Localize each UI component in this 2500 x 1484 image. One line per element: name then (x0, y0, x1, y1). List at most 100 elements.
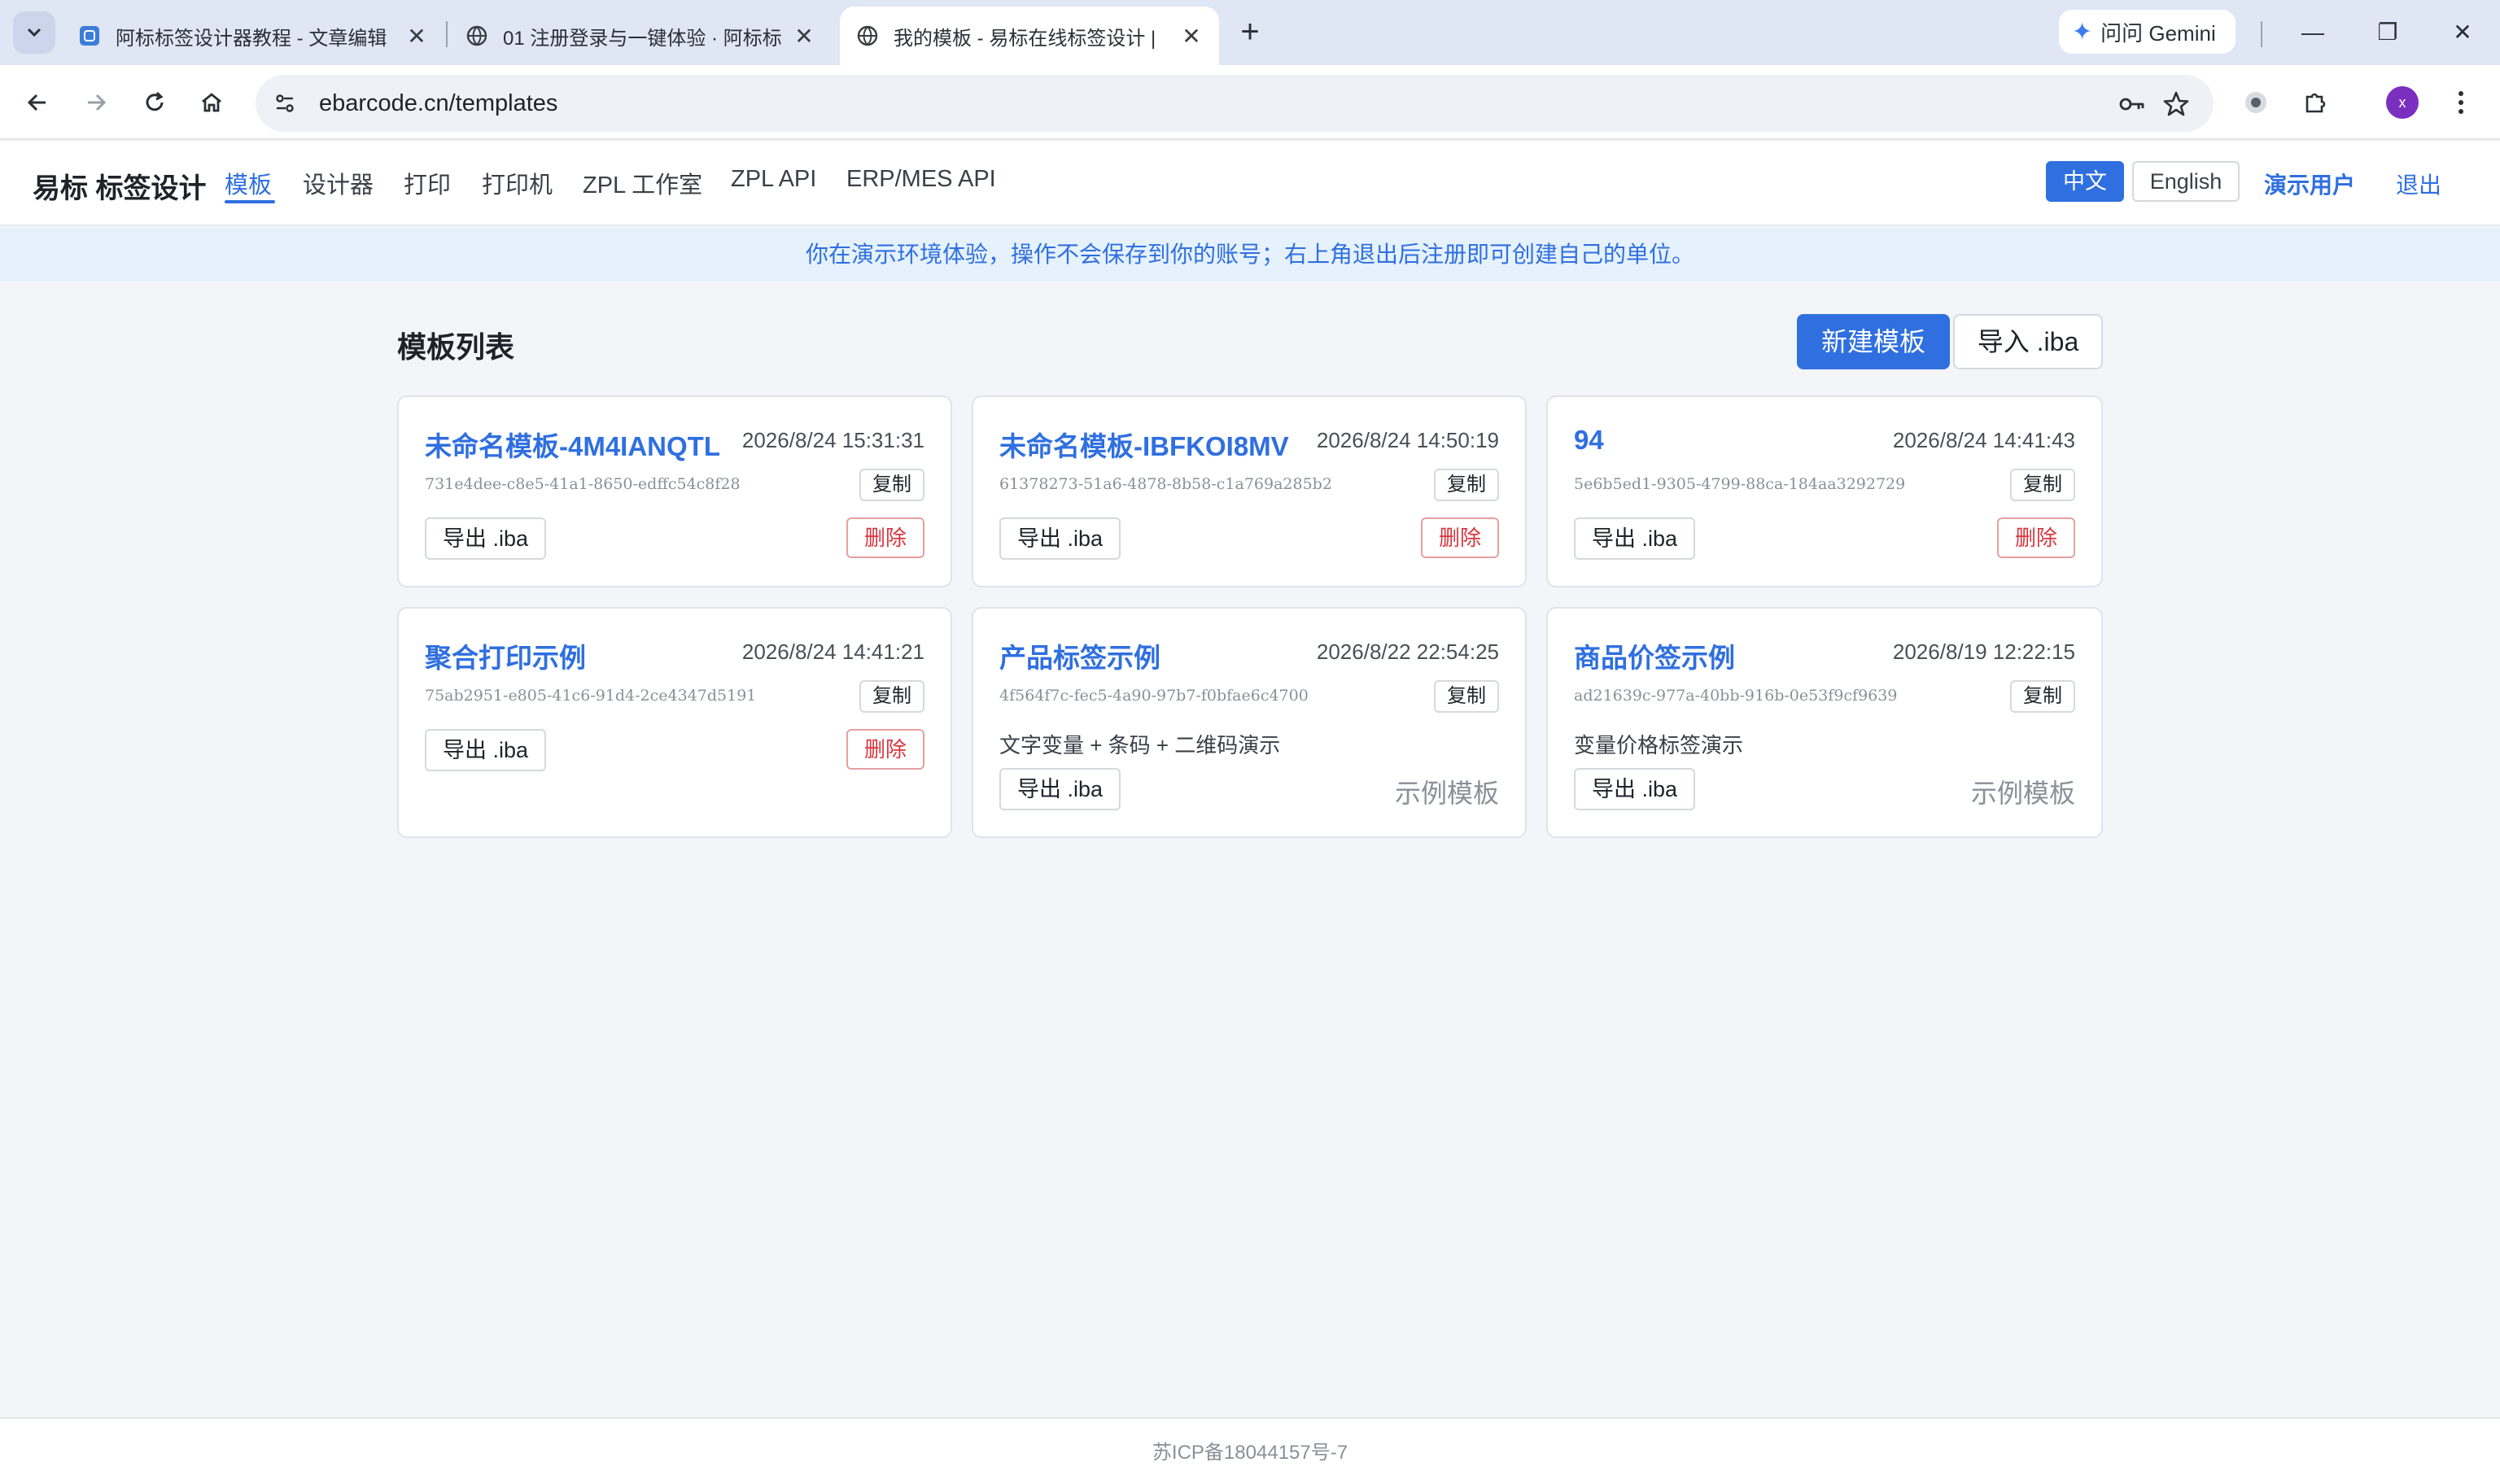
close-icon[interactable]: ✕ (405, 23, 428, 50)
template-card[interactable]: 产品标签示例 2026/8/22 22:54:25 4f564f7c-fec5-… (972, 607, 1527, 838)
camera-extension-icon (2245, 92, 2266, 113)
logout-link[interactable]: 退出 (2396, 168, 2441, 200)
home-button[interactable] (190, 81, 233, 124)
nav-templates[interactable]: 模板 (225, 166, 272, 200)
back-button[interactable] (16, 81, 59, 124)
template-name[interactable]: 94 (1574, 425, 1604, 456)
close-icon[interactable]: ✕ (793, 23, 815, 50)
delete-button[interactable]: 删除 (1420, 517, 1499, 558)
template-uuid: 4f564f7c-fec5-4a90-97b7-f0bfae6c4700 (999, 687, 1309, 705)
export-iba-button[interactable]: 导出 .iba (999, 517, 1121, 560)
template-name[interactable]: 聚合打印示例 (425, 636, 586, 675)
new-tab-button[interactable]: + (1230, 13, 1270, 52)
copy-button[interactable]: 复制 (1434, 469, 1499, 501)
extensions-button[interactable] (2295, 81, 2337, 124)
password-key-icon[interactable] (2114, 86, 2150, 122)
nav-zpl-studio[interactable]: ZPL 工作室 (583, 166, 702, 200)
nav-zpl-api[interactable]: ZPL API (731, 166, 816, 193)
template-card[interactable]: 聚合打印示例 2026/8/24 14:41:21 75ab2951-e805-… (397, 607, 952, 838)
template-date: 2026/8/22 22:54:25 (1316, 639, 1499, 664)
site-info-icon[interactable] (265, 84, 304, 123)
lang-zh-button[interactable]: 中文 (2046, 161, 2124, 202)
tab-title: 我的模板 - 易标在线标签设计 | (894, 27, 1156, 50)
template-date: 2026/8/19 12:22:15 (1892, 639, 2075, 664)
extension-button[interactable] (2235, 81, 2277, 124)
reload-icon (146, 91, 164, 111)
chevron-down-icon (27, 28, 42, 37)
demo-notice-banner: 你在演示环境体验，操作不会保存到你的账号；右上角退出后注册即可创建自己的单位。 (0, 228, 2500, 282)
menu-button[interactable] (2440, 81, 2482, 124)
copy-button[interactable]: 复制 (859, 680, 924, 713)
tab-title: 阿标标签设计器教程 - 文章编辑 (116, 27, 387, 50)
tab-divider (446, 21, 448, 47)
puzzle-icon (2306, 93, 2326, 113)
template-name[interactable]: 产品标签示例 (999, 636, 1160, 675)
gemini-sparkle-icon: ✦ (2072, 18, 2093, 46)
nav-printers[interactable]: 打印机 (482, 166, 553, 200)
template-card[interactable]: 商品价签示例 2026/8/19 12:22:15 ad21639c-977a-… (1546, 607, 2103, 838)
new-template-button[interactable]: 新建模板 (1797, 314, 1950, 369)
template-uuid: ad21639c-977a-40bb-916b-0e53f9cf9639 (1574, 687, 1898, 705)
copy-button[interactable]: 复制 (2010, 680, 2075, 713)
page-title: 模板列表 (397, 330, 515, 364)
template-card[interactable]: 未命名模板-IBFKOI8MV 2026/8/24 14:50:19 61378… (972, 395, 1527, 587)
export-iba-button[interactable]: 导出 .iba (1574, 768, 1696, 810)
bookmark-star-icon[interactable] (2158, 86, 2194, 122)
globe-icon (857, 25, 878, 46)
delete-button[interactable]: 删除 (846, 729, 924, 770)
import-iba-button[interactable]: 导入 .iba (1953, 314, 2103, 369)
gemini-label: 问问 Gemini (2100, 20, 2216, 46)
template-date: 2026/8/24 14:41:21 (741, 639, 924, 664)
template-uuid: 5e6b5ed1-9305-4799-88ca-184aa3292729 (1574, 475, 1906, 493)
more-vert-icon (2458, 91, 2463, 114)
arrow-right-icon (88, 94, 107, 111)
app-favicon-icon (80, 26, 99, 46)
app-header: 易标 标签设计 模板 设计器 打印 打印机 ZPL 工作室 ZPL API ER… (0, 142, 2500, 226)
arrow-left-icon (27, 94, 46, 111)
close-icon[interactable]: ✕ (1180, 23, 1203, 50)
nav-erp-mes-api[interactable]: ERP/MES API (846, 166, 996, 193)
template-uuid: 75ab2951-e805-41c6-91d4-2ce4347d5191 (425, 687, 757, 705)
minimize-icon[interactable]: — (2288, 11, 2337, 54)
tab-search-button[interactable] (13, 11, 55, 54)
template-card[interactable]: 未命名模板-4M4IANQTL 2026/8/24 15:31:31 731e4… (397, 395, 952, 587)
demo-user-link[interactable]: 演示用户 (2264, 168, 2355, 200)
home-icon (202, 93, 221, 112)
copy-button[interactable]: 复制 (1434, 680, 1499, 713)
template-date: 2026/8/24 15:31:31 (741, 428, 924, 452)
export-iba-button[interactable]: 导出 .iba (425, 729, 547, 771)
export-iba-button[interactable]: 导出 .iba (425, 517, 547, 560)
delete-button[interactable]: 删除 (846, 517, 924, 558)
gemini-button[interactable]: ✦ 问问 Gemini (2059, 10, 2236, 54)
forward-button[interactable] (75, 81, 117, 124)
export-iba-button[interactable]: 导出 .iba (1574, 517, 1696, 560)
copy-button[interactable]: 复制 (859, 469, 924, 501)
close-window-icon[interactable]: ✕ (2438, 11, 2487, 54)
template-description: 变量价格标签演示 (1574, 733, 1744, 757)
template-description: 文字变量 + 条码 + 二维码演示 (999, 733, 1281, 757)
template-name[interactable]: 未命名模板-IBFKOI8MV (999, 425, 1289, 464)
template-uuid: 731e4dee-c8e5-41a1-8650-edffc54c8f28 (425, 475, 741, 493)
copy-button[interactable]: 复制 (2010, 469, 2075, 501)
browser-tab[interactable]: 01 注册登录与一键体验 · 阿标标 ✕ (449, 7, 832, 65)
lang-en-button[interactable]: English (2132, 161, 2240, 202)
delete-button[interactable]: 删除 (1996, 517, 2075, 558)
browser-tab[interactable]: 阿标标签设计器教程 - 文章编辑 ✕ (62, 7, 444, 65)
nav-active-indicator (225, 200, 275, 203)
template-name[interactable]: 商品价签示例 (1574, 636, 1735, 675)
brand-logo[interactable]: 易标 标签设计 (33, 166, 206, 206)
restore-icon[interactable]: ❐ (2363, 11, 2412, 54)
nav-designer[interactable]: 设计器 (303, 166, 374, 200)
address-bar[interactable]: ebarcode.cn/templates (256, 75, 2214, 132)
template-name[interactable]: 未命名模板-4M4IANQTL (425, 425, 720, 464)
globe-icon (466, 25, 487, 46)
icp-footer[interactable]: 苏ICP备18044157号-7 (0, 1417, 2500, 1484)
reload-button[interactable] (133, 81, 176, 124)
profile-avatar[interactable]: x (2386, 86, 2419, 119)
template-card[interactable]: 94 2026/8/24 14:41:43 5e6b5ed1-9305-4799… (1546, 395, 2103, 587)
export-iba-button[interactable]: 导出 .iba (999, 768, 1121, 810)
browser-tabstrip: 阿标标签设计器教程 - 文章编辑 ✕ 01 注册登录与一键体验 · 阿标标 ✕ … (0, 0, 2500, 65)
nav-print[interactable]: 打印 (404, 166, 451, 200)
template-date: 2026/8/24 14:41:43 (1892, 428, 2075, 452)
browser-tab-active[interactable]: 我的模板 - 易标在线标签设计 | ✕ (840, 7, 1219, 65)
